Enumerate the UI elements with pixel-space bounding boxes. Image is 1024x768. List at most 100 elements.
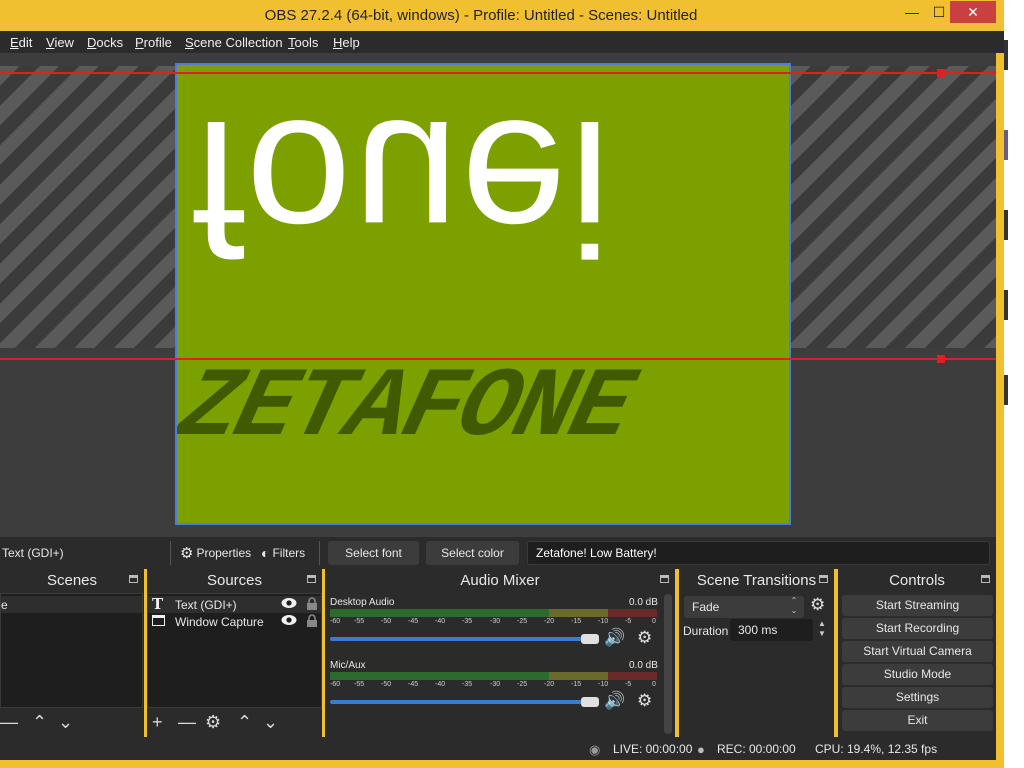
volume-slider-mic[interactable] bbox=[330, 700, 598, 704]
float-icon[interactable] bbox=[819, 575, 828, 583]
menu-help[interactable]: Help bbox=[333, 35, 360, 50]
move-up-icon[interactable]: ⌃ bbox=[32, 712, 47, 733]
gear-icon[interactable]: ⚙ bbox=[637, 691, 652, 711]
mixer-title: Audio Mixer bbox=[460, 572, 540, 589]
volume-knob-mic[interactable] bbox=[581, 697, 599, 707]
meter-tick-label: -55 bbox=[354, 618, 365, 625]
meter-tick-label: -50 bbox=[381, 681, 392, 688]
window-title: OBS 27.2.4 (64-bit, windows) - Profile: … bbox=[264, 7, 698, 24]
meter-tick-label: -20 bbox=[544, 618, 555, 625]
menu-bar: Edit View Docks Profile Scene Collection… bbox=[0, 31, 1004, 53]
gear-icon[interactable]: ⚙ bbox=[637, 628, 652, 648]
float-icon[interactable] bbox=[981, 575, 990, 583]
move-down-icon[interactable]: ⌄ bbox=[58, 712, 73, 733]
remove-scene-icon[interactable]: — bbox=[0, 712, 18, 733]
lock-icon[interactable] bbox=[306, 614, 318, 627]
controls-title: Controls bbox=[889, 572, 945, 589]
studio-mode-button[interactable]: Studio Mode bbox=[842, 664, 993, 685]
select-font-button[interactable]: Select font bbox=[328, 541, 419, 565]
title-bar: OBS 27.2.4 (64-bit, windows) - Profile: … bbox=[0, 0, 1004, 31]
scene-item[interactable]: e bbox=[1, 596, 142, 613]
selected-source-label: Text (GDI+) bbox=[2, 546, 64, 560]
filters-button[interactable]: ◐ Filters bbox=[261, 542, 305, 564]
scenes-title: Scenes bbox=[46, 572, 98, 589]
meter-tick-label: -5 bbox=[625, 618, 632, 625]
record-icon: ● bbox=[697, 742, 705, 757]
lock-icon[interactable] bbox=[306, 597, 318, 610]
source-label: Window Capture bbox=[175, 615, 264, 629]
mixer-scrollbar[interactable] bbox=[664, 594, 672, 734]
filter-icon: ◐ bbox=[261, 545, 270, 561]
meter-tick-label: -35 bbox=[462, 618, 473, 625]
divider bbox=[170, 541, 171, 565]
speaker-icon[interactable]: 🔊 bbox=[604, 691, 625, 711]
resize-handle-top[interactable] bbox=[937, 69, 945, 77]
remove-source-icon[interactable]: — bbox=[178, 712, 196, 733]
menu-docks[interactable]: Docks bbox=[87, 35, 123, 50]
sources-list[interactable]: T Text (GDI+) Window Capture bbox=[147, 593, 322, 708]
float-icon[interactable] bbox=[307, 575, 316, 583]
source-properties-icon[interactable]: ⚙ bbox=[205, 712, 221, 733]
exit-button[interactable]: Exit bbox=[842, 710, 993, 731]
eye-icon[interactable] bbox=[281, 614, 297, 626]
start-recording-button[interactable]: Start Recording bbox=[842, 618, 993, 639]
preview-canvas[interactable]: fouei ZETAFONE bbox=[175, 63, 791, 525]
preview-area[interactable]: fouei ZETAFONE bbox=[0, 53, 996, 537]
float-icon[interactable] bbox=[660, 575, 669, 583]
transition-select[interactable]: Fade bbox=[684, 596, 804, 618]
meter-tick-label: -20 bbox=[544, 681, 555, 688]
meter-tick-label: -45 bbox=[408, 618, 419, 625]
meter-tick-label: -40 bbox=[435, 618, 446, 625]
window-edge-bottom bbox=[0, 760, 1004, 768]
move-down-icon[interactable]: ⌄ bbox=[263, 712, 278, 733]
sources-footer: + — ⚙ ⌃ ⌄ bbox=[147, 708, 322, 736]
source-item-text[interactable]: T Text (GDI+) bbox=[148, 596, 321, 613]
duration-label: Duration bbox=[683, 624, 729, 638]
audio-mixer-dock: Audio Mixer bbox=[325, 569, 675, 737]
add-source-icon[interactable]: + bbox=[152, 712, 163, 733]
broadcast-icon: ◉ bbox=[589, 742, 601, 757]
menu-tools[interactable]: Tools bbox=[288, 35, 318, 50]
chevron-updown-icon[interactable]: ⌃ ⌄ bbox=[787, 596, 801, 618]
menu-profile[interactable]: Profile bbox=[135, 35, 172, 50]
scenes-list[interactable]: e bbox=[0, 593, 143, 708]
source-item-window[interactable]: Window Capture bbox=[148, 613, 321, 630]
meter-tick-label: -15 bbox=[571, 681, 582, 688]
menu-view[interactable]: View bbox=[46, 35, 74, 50]
volume-knob-desktop[interactable] bbox=[581, 634, 599, 644]
settings-button[interactable]: Settings bbox=[842, 687, 993, 708]
start-streaming-button[interactable]: Start Streaming bbox=[842, 595, 993, 616]
source-text-input[interactable]: Zetafone! Low Battery! bbox=[527, 541, 990, 565]
flipped-text-source: fouei bbox=[191, 81, 614, 293]
meter-tick-label: -30 bbox=[490, 681, 501, 688]
transition-settings-icon[interactable]: ⚙ bbox=[810, 595, 825, 615]
meter-tick-label: -25 bbox=[517, 618, 528, 625]
selection-bound-bottom bbox=[0, 358, 996, 360]
selection-bound-top bbox=[0, 72, 996, 74]
duration-input[interactable]: 300 ms bbox=[730, 619, 813, 641]
rec-timer: REC: 00:00:00 bbox=[717, 742, 796, 756]
scenes-dock: Scenes e — ⌃ ⌄ bbox=[0, 569, 144, 737]
meter-tick-label: 0 bbox=[652, 681, 656, 688]
eye-icon[interactable] bbox=[281, 597, 297, 609]
meter-tick-label: -60 bbox=[330, 681, 341, 688]
resize-handle-bottom[interactable] bbox=[937, 355, 945, 363]
move-up-icon[interactable]: ⌃ bbox=[237, 712, 252, 733]
brand-logo-text: ZETAFONE bbox=[175, 353, 642, 464]
close-button[interactable]: ✕ bbox=[950, 1, 996, 23]
duration-stepper[interactable]: ▲ ▼ bbox=[815, 619, 829, 641]
volume-slider-desktop[interactable] bbox=[330, 637, 598, 641]
float-icon[interactable] bbox=[129, 575, 138, 583]
meter-tick-label: -35 bbox=[462, 681, 473, 688]
properties-button[interactable]: ⚙ Properties bbox=[180, 542, 251, 564]
live-timer: LIVE: 00:00:00 bbox=[613, 742, 693, 756]
select-color-button[interactable]: Select color bbox=[426, 541, 519, 565]
speaker-icon[interactable]: 🔊 bbox=[604, 628, 625, 648]
menu-scene-collection[interactable]: Scene Collection bbox=[185, 35, 283, 50]
menu-edit[interactable]: Edit bbox=[10, 35, 32, 50]
source-label: Text (GDI+) bbox=[175, 598, 237, 612]
scenes-footer: — ⌃ ⌄ bbox=[0, 708, 144, 736]
meter-tick-label: 0 bbox=[652, 618, 656, 625]
start-virtual-camera-button[interactable]: Start Virtual Camera bbox=[842, 641, 993, 662]
meter-tick-label: -55 bbox=[354, 681, 365, 688]
